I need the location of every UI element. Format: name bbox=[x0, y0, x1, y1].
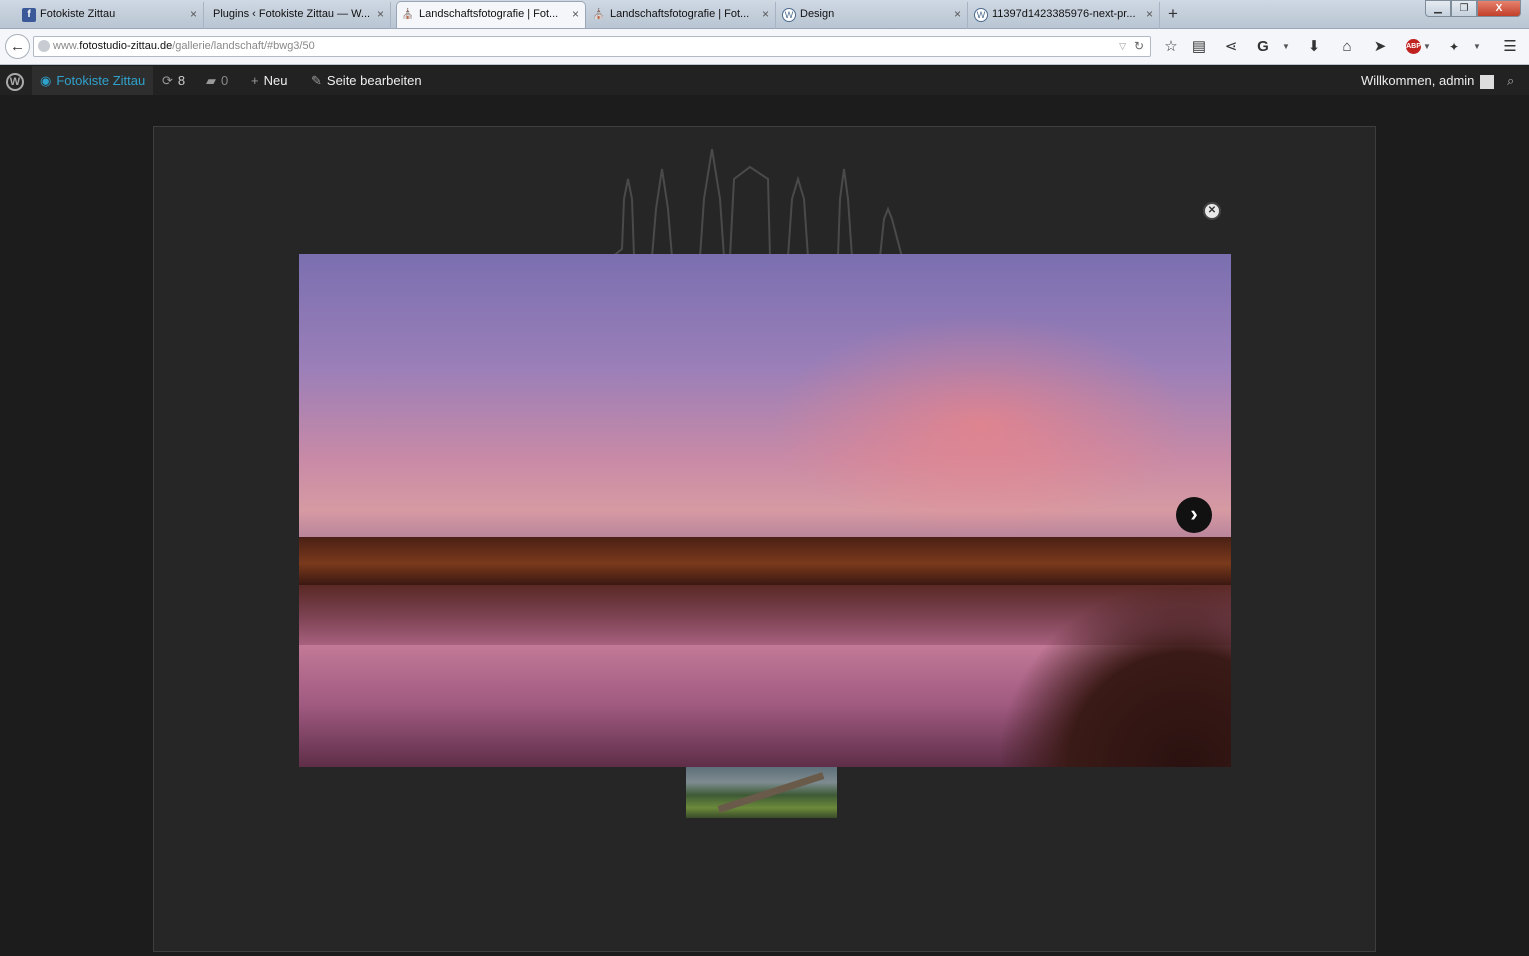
new-content-link[interactable]: + Neu bbox=[251, 66, 287, 95]
home-icon[interactable]: ⌂ bbox=[1337, 37, 1357, 57]
tab-design[interactable]: W Design × bbox=[778, 2, 968, 29]
tab-close-icon[interactable]: × bbox=[377, 2, 384, 27]
wordpress-icon: W bbox=[6, 73, 24, 91]
tab-title: 11397d1423385976-next-pr... bbox=[992, 8, 1136, 20]
menu-icon[interactable]: ☰ bbox=[1500, 37, 1520, 57]
chevron-down-icon[interactable]: ▼ bbox=[1472, 37, 1482, 57]
lightbox-panel: ✕ › bbox=[153, 126, 1376, 952]
updates-icon: ⟳ bbox=[162, 73, 173, 88]
globe-icon bbox=[38, 40, 50, 52]
plus-icon: + bbox=[251, 73, 259, 88]
window-controls: ▁ ❐ X bbox=[1425, 0, 1521, 18]
tab-landschaft-2[interactable]: ⛪ Landschaftsfotografie | Fot... × bbox=[588, 2, 776, 29]
extension-icon[interactable]: ✦ bbox=[1444, 37, 1464, 57]
url-dropdown-icon[interactable]: ▽ bbox=[1119, 37, 1126, 56]
main-photo: › bbox=[299, 254, 1231, 767]
edit-page-link[interactable]: ✎ Seite bearbeiten bbox=[311, 66, 422, 95]
edit-label: Seite bearbeiten bbox=[326, 73, 422, 88]
skyline-icon: ⛪ bbox=[401, 9, 415, 20]
url-bar[interactable]: www.fotostudio-zittau.de/gallerie/landsc… bbox=[33, 36, 1151, 57]
tab-next-pr[interactable]: W 11397d1423385976-next-pr... × bbox=[970, 2, 1160, 29]
facebook-icon: f bbox=[22, 8, 36, 22]
tab-close-icon[interactable]: × bbox=[190, 2, 197, 27]
tab-close-icon[interactable]: × bbox=[572, 2, 579, 27]
wp-admin-bar: W ◉ Fotokiste Zittau ⟳ 8 ▰ 0 + Neu ✎ Seite be… bbox=[0, 66, 1529, 95]
updates-link[interactable]: ⟳ 8 bbox=[162, 66, 185, 95]
tree-line bbox=[299, 537, 1231, 585]
close-lightbox-button[interactable]: ✕ bbox=[1203, 202, 1221, 220]
adblock-icon[interactable]: ABP bbox=[1406, 39, 1421, 54]
chevron-down-icon[interactable]: ▼ bbox=[1281, 37, 1291, 57]
account-link[interactable]: Willkommen, admin bbox=[1361, 66, 1495, 95]
fallen-log bbox=[717, 772, 825, 813]
comments-link[interactable]: ▰ 0 bbox=[206, 66, 228, 95]
tab-plugins[interactable]: Plugins ‹ Fotokiste Zittau — W... × bbox=[205, 2, 391, 29]
tab-close-icon[interactable]: × bbox=[954, 2, 961, 27]
nav-bar: ← www.fotostudio-zittau.de/gallerie/land… bbox=[0, 29, 1529, 65]
tab-title: Design bbox=[800, 8, 835, 20]
comment-icon: ▰ bbox=[206, 73, 216, 88]
thumbnail-image[interactable] bbox=[686, 767, 837, 818]
new-tab-button[interactable]: + bbox=[1168, 4, 1178, 24]
sky-glow bbox=[771, 314, 1191, 534]
comments-count: 0 bbox=[221, 73, 229, 88]
tab-title: Fotokiste Zittau bbox=[40, 8, 116, 20]
pencil-icon: ✎ bbox=[311, 73, 322, 88]
page-content: ✕ › bbox=[0, 95, 1529, 956]
download-icon[interactable]: ⬇ bbox=[1304, 37, 1324, 57]
tab-strip: f Fotokiste Zittau × Plugins ‹ Fotokiste… bbox=[0, 0, 1529, 29]
avatar bbox=[1480, 74, 1495, 89]
skyline-icon: ⛪ bbox=[592, 9, 606, 20]
tab-close-icon[interactable]: × bbox=[762, 2, 769, 27]
url-path: /gallerie/landschaft/#bwg3/50 bbox=[172, 40, 315, 52]
wp-logo-button[interactable]: W bbox=[6, 66, 24, 95]
tab-landschaft-active[interactable]: ⛪ Landschaftsfotografie | Fot... × bbox=[396, 1, 586, 28]
share-icon[interactable]: ⋖ bbox=[1221, 37, 1241, 57]
new-label: Neu bbox=[263, 73, 288, 88]
greeting: Willkommen, admin bbox=[1361, 73, 1475, 88]
search-g-icon[interactable]: G bbox=[1253, 37, 1273, 57]
back-button[interactable]: ← bbox=[5, 34, 30, 59]
minimize-button[interactable]: ▁ bbox=[1425, 0, 1451, 17]
url-prefix: www. bbox=[53, 40, 80, 52]
wordpress-icon: W bbox=[782, 8, 796, 22]
close-window-button[interactable]: X bbox=[1477, 0, 1521, 17]
chevron-down-icon[interactable]: ▼ bbox=[1422, 37, 1432, 57]
tab-fotokiste-facebook[interactable]: f Fotokiste Zittau × bbox=[18, 2, 204, 29]
search-icon[interactable]: ⌕ bbox=[1507, 66, 1514, 95]
wordpress-icon: W bbox=[974, 8, 988, 22]
site-name-link[interactable]: ◉ Fotokiste Zittau bbox=[32, 66, 154, 95]
dashboard-icon: ◉ bbox=[40, 73, 52, 88]
reload-icon[interactable]: ↻ bbox=[1134, 37, 1144, 56]
star-icon[interactable]: ☆ bbox=[1161, 37, 1181, 57]
site-name: Fotokiste Zittau bbox=[56, 73, 146, 88]
tab-title: Plugins ‹ Fotokiste Zittau — W... bbox=[213, 8, 371, 20]
tab-title: Landschaftsfotografie | Fot... bbox=[610, 8, 750, 20]
updates-count: 8 bbox=[177, 73, 186, 88]
url-domain: fotostudio-zittau.de bbox=[79, 40, 173, 52]
next-image-button[interactable]: › bbox=[1176, 497, 1212, 533]
tab-title: Landschaftsfotografie | Fot... bbox=[419, 8, 559, 20]
maximize-button[interactable]: ❐ bbox=[1451, 0, 1477, 17]
reeds bbox=[1001, 587, 1231, 767]
reader-icon[interactable]: ▤ bbox=[1189, 37, 1209, 57]
skyline-logo bbox=[612, 148, 922, 257]
send-icon[interactable]: ➤ bbox=[1370, 37, 1390, 57]
tab-close-icon[interactable]: × bbox=[1146, 2, 1153, 27]
